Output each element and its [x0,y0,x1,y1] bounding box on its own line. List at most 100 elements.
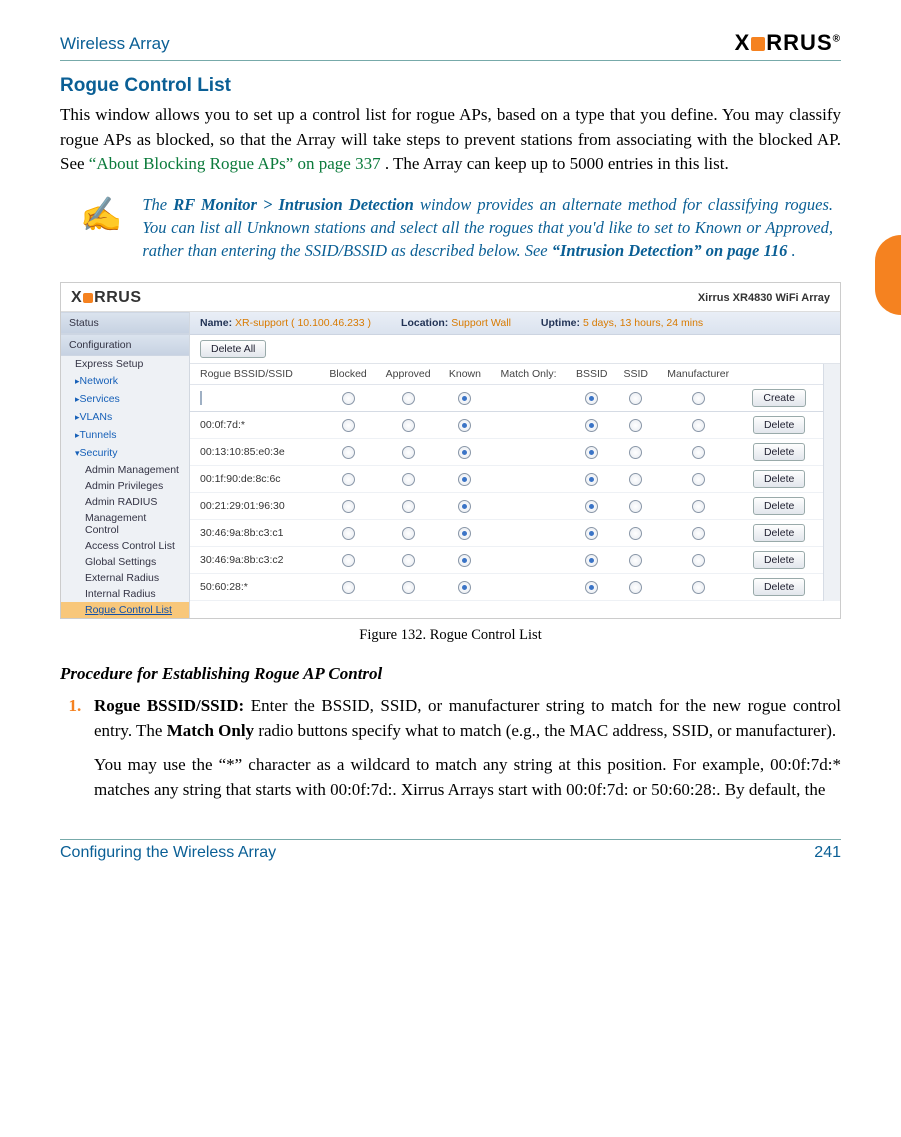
radio-match-ssid[interactable] [629,527,642,540]
radio-match-manufacturer[interactable] [692,392,705,405]
radio-match-ssid[interactable] [629,473,642,486]
note-pre: The [142,195,173,214]
radio-match-manufacturer[interactable] [692,581,705,594]
radio-blocked[interactable] [342,581,355,594]
radio-known[interactable] [458,581,471,594]
radio-match-manufacturer[interactable] [692,527,705,540]
radio-approved[interactable] [402,419,415,432]
bssid-input[interactable] [200,391,202,405]
radio-known[interactable] [458,500,471,513]
radio-match-ssid[interactable] [629,500,642,513]
radio-match-ssid[interactable] [629,446,642,459]
nav-admin-management[interactable]: Admin Management [61,462,189,478]
step1-p2: You may use the “*” character as a wildc… [94,753,841,802]
section-heading: Rogue Control List [60,75,841,97]
table-scrollbar[interactable] [823,364,840,601]
step-1: Rogue BSSID/SSID: Enter the BSSID, SSID,… [94,694,841,803]
note-block: ✍ The RF Monitor > Intrusion Detection w… [60,193,841,262]
delete-button[interactable]: Delete [753,470,805,488]
radio-match-ssid[interactable] [629,419,642,432]
xref-about-blocking[interactable]: “About Blocking Rogue APs” on page 337 [89,154,381,173]
note-text: The RF Monitor > Intrusion Detection win… [142,193,833,262]
radio-match-bssid[interactable] [585,554,598,567]
radio-approved[interactable] [402,527,415,540]
radio-match-bssid[interactable] [585,392,598,405]
radio-blocked[interactable] [342,473,355,486]
radio-approved[interactable] [402,446,415,459]
radio-match-manufacturer[interactable] [692,500,705,513]
nav-security[interactable]: Security [61,444,189,462]
radio-match-manufacturer[interactable] [692,446,705,459]
col-blocked: Blocked [320,364,375,385]
radio-match-manufacturer[interactable] [692,554,705,567]
col-bssid: Rogue BSSID/SSID [190,364,320,385]
radio-approved[interactable] [402,473,415,486]
radio-blocked[interactable] [342,527,355,540]
procedure-heading: Procedure for Establishing Rogue AP Cont… [60,664,841,684]
radio-approved[interactable] [402,554,415,567]
radio-match-manufacturer[interactable] [692,473,705,486]
delete-button[interactable]: Delete [753,551,805,569]
radio-match-ssid[interactable] [629,554,642,567]
col-known: Known [440,364,489,385]
radio-match-bssid[interactable] [585,581,598,594]
rogue-table: Rogue BSSID/SSID Blocked Approved Known … [190,364,823,601]
table-row: 30:46:9a:8b:c3:c1Delete [190,520,823,547]
radio-blocked[interactable] [342,554,355,567]
table-row: 50:60:28:* Delete [190,574,823,601]
radio-approved[interactable] [402,392,415,405]
info-name-label: Name: [200,317,232,329]
radio-match-bssid[interactable] [585,473,598,486]
note-xref[interactable]: “Intrusion Detection” on page 116 [552,241,788,260]
nav-management-control[interactable]: Management Control [61,510,189,538]
radio-known[interactable] [458,419,471,432]
radio-known[interactable] [458,446,471,459]
radio-known[interactable] [458,527,471,540]
nav-global-settings[interactable]: Global Settings [61,554,189,570]
delete-button[interactable]: Delete [753,578,805,596]
nav-network[interactable]: Network [61,372,189,390]
nav-internal-radius[interactable]: Internal Radius [61,586,189,602]
radio-known[interactable] [458,554,471,567]
delete-button[interactable]: Delete [753,524,805,542]
radio-known[interactable] [458,473,471,486]
radio-known[interactable] [458,392,471,405]
nav-express-setup[interactable]: Express Setup [61,356,189,372]
nav-rogue-control-list[interactable]: Rogue Control List [61,602,189,618]
cell-bssid: 50:60:28:* [190,574,320,601]
nav-status[interactable]: Status [61,312,189,334]
nav-access-control-list[interactable]: Access Control List [61,538,189,554]
nav-admin-privileges[interactable]: Admin Privileges [61,478,189,494]
table-row: 00:1f:90:de:8c:6cDelete [190,466,823,493]
page-thumb-tab [875,235,901,315]
nav-external-radius[interactable]: External Radius [61,570,189,586]
radio-blocked[interactable] [342,446,355,459]
col-match-only: Match Only: [489,364,567,385]
radio-blocked[interactable] [342,419,355,432]
radio-blocked[interactable] [342,500,355,513]
delete-all-button[interactable]: Delete All [200,340,266,358]
radio-match-manufacturer[interactable] [692,419,705,432]
nav-tunnels[interactable]: Tunnels [61,426,189,444]
radio-match-ssid[interactable] [629,392,642,405]
note-hand-icon: ✍ [80,193,122,262]
nav-services[interactable]: Services [61,390,189,408]
ui-sidebar: Status Configuration Express Setup Netwo… [61,312,190,618]
radio-match-ssid[interactable] [629,581,642,594]
radio-match-bssid[interactable] [585,527,598,540]
radio-match-bssid[interactable] [585,419,598,432]
create-row: Create [190,385,823,412]
radio-approved[interactable] [402,500,415,513]
nav-configuration[interactable]: Configuration [61,334,189,356]
table-row: 00:21:29:01:96:30Delete [190,493,823,520]
delete-button[interactable]: Delete [753,416,805,434]
nav-admin-radius[interactable]: Admin RADIUS [61,494,189,510]
radio-match-bssid[interactable] [585,446,598,459]
delete-button[interactable]: Delete [753,443,805,461]
delete-button[interactable]: Delete [753,497,805,515]
radio-match-bssid[interactable] [585,500,598,513]
radio-blocked[interactable] [342,392,355,405]
nav-vlans[interactable]: VLANs [61,408,189,426]
radio-approved[interactable] [402,581,415,594]
create-button[interactable]: Create [752,389,806,407]
